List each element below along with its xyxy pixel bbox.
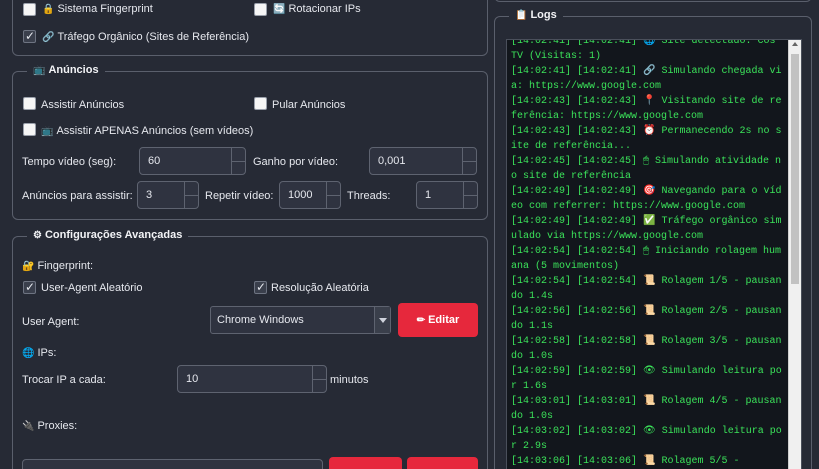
assistir-apenas-checkbox[interactable] [23,123,36,136]
rotacionar-ips-checkbox[interactable] [254,3,267,16]
log-line: [14:02:49] [14:02:49] 🎯 Navegando para o… [511,186,782,212]
tempo-video-stepper[interactable] [231,148,245,174]
log-line: [14:03:01] [14:03:01] 📜 Rolagem 4/5 - pa… [511,396,782,422]
rotacionar-ips-label: 🔄 Rotacionar IPs [273,3,361,15]
gear-icon: ⚙ [33,230,42,241]
pular-anuncios-checkbox[interactable] [254,97,267,110]
threads-input[interactable]: 1 [416,181,478,209]
assistir-anuncios-label: Assistir Anúncios [41,99,125,111]
tv-icon: 📺 [33,65,46,76]
sistema-fingerprint-label: 🔒 Sistema Fingerprint [42,3,153,15]
clipboard-icon: 📋 [515,10,528,21]
log-line: [14:02:59] [14:02:59] 👁 Simulando leitur… [511,366,782,392]
top-right-panel-edge [494,0,812,2]
proxies-input[interactable] [22,459,323,469]
pular-anuncios-label: Pular Anúncios [272,99,346,111]
log-line: [14:03:06] [14:03:06] 📜 Rolagem 5/5 - [511,456,740,467]
proxy-action-button-1[interactable] [329,457,402,469]
anuncios-assistir-label: Anúncios para assistir: [22,190,133,202]
user-agent-aleatorio-label: User-Agent Aleatório [41,282,143,294]
log-line: [14:02:58] [14:02:58] 📜 Rolagem 3/5 - pa… [511,336,782,362]
ips-label: 🌐 IPs: [22,347,57,359]
proxy-action-button-2[interactable] [407,457,478,469]
scroll-thumb[interactable] [791,54,799,284]
log-line: [14:03:02] [14:03:02] 👁 Simulando leitur… [511,426,782,452]
tv-icon: 📺 [41,126,54,137]
repetir-video-stepper[interactable] [326,182,340,208]
user-agent-label: User Agent: [22,316,80,328]
user-agent-select[interactable]: Chrome Windows [210,306,391,334]
resolucao-aleatoria-label: Resolução Aleatória [271,282,369,294]
link-icon: 🔗 [42,32,55,43]
anuncios-assistir-input[interactable]: 3 [137,181,199,209]
trocar-ip-stepper[interactable] [312,366,326,392]
trocar-ip-label: Trocar IP a cada: [22,374,106,386]
threads-label: Threads: [347,190,391,202]
logs-title: 📋 Logs [509,9,563,21]
scroll-up-arrow-icon[interactable] [792,42,798,46]
log-line: [14:02:49] [14:02:49] ✅ Tráfego orgânico… [511,216,782,242]
repetir-video-input[interactable]: 1000 [279,181,341,209]
globe-icon: 🌐 [22,348,35,359]
minutos-label: minutos [330,374,369,386]
chevron-down-icon[interactable] [374,307,390,333]
log-scrollbar[interactable] [788,40,801,469]
avancadas-title: ⚙ Configurações Avançadas [27,229,189,241]
trafego-organico-checkbox[interactable] [23,29,36,43]
lock-icon: 🔒 [42,4,55,15]
fingerprint-label: 🔐 Fingerprint: [22,260,94,272]
log-line: [14:02:54] [14:02:54] 📜 Rolagem 1/5 - pa… [511,276,782,302]
log-line: [14:02:56] [14:02:56] 📜 Rolagem 2/5 - pa… [511,306,782,332]
proxies-label: 🔌 Proxies: [22,420,78,432]
refresh-icon: 🔄 [273,4,286,15]
log-lines: [14:02:41] [14:02:41] 🌐 Site detectado: … [511,39,785,469]
assistir-apenas-label: 📺 Assistir APENAS Anúncios (sem vídeos) [41,125,254,137]
log-line: [14:02:43] [14:02:43] 📍 Visitando site d… [511,96,782,122]
log-line: [14:02:41] [14:02:41] 🌐 Site detectado: … [511,39,782,62]
resolucao-aleatoria-checkbox[interactable] [254,280,267,294]
log-textarea[interactable]: [14:02:41] [14:02:41] 🌐 Site detectado: … [506,39,802,469]
plug-icon: 🔌 [22,421,35,432]
log-line: [14:02:43] [14:02:43] ⏰ Permanecendo 2s … [511,126,782,152]
edit-icon: ✏ [416,315,426,326]
log-line: [14:02:41] [14:02:41] 🔗 Simulando chegad… [511,66,782,92]
editar-button[interactable]: ✏ Editar [398,303,478,337]
ganho-video-label: Ganho por vídeo: [253,156,339,168]
ganho-video-stepper[interactable] [462,148,476,174]
trafego-organico-label: 🔗 Tráfego Orgânico (Sites de Referência) [42,31,250,43]
log-line: [14:02:45] [14:02:45] 🖱 Simulando ativid… [511,156,782,182]
lock-icon: 🔐 [22,261,35,272]
tempo-video-label: Tempo vídeo (seg): [22,156,117,168]
assistir-anuncios-checkbox[interactable] [23,97,36,110]
trocar-ip-input[interactable]: 10 [177,365,327,393]
sistema-fingerprint-checkbox[interactable] [23,3,36,16]
repetir-video-label: Repetir vídeo: [205,190,274,202]
threads-stepper[interactable] [463,182,477,208]
user-agent-aleatorio-checkbox[interactable] [23,280,36,294]
anuncios-assistir-stepper[interactable] [184,182,198,208]
tempo-video-input[interactable]: 60 [139,147,246,175]
log-line: [14:02:54] [14:02:54] 🖱 Iniciando rolage… [511,246,782,272]
ganho-video-input[interactable]: 0,001 [369,147,477,175]
anuncios-title: 📺 Anúncios [27,64,105,76]
